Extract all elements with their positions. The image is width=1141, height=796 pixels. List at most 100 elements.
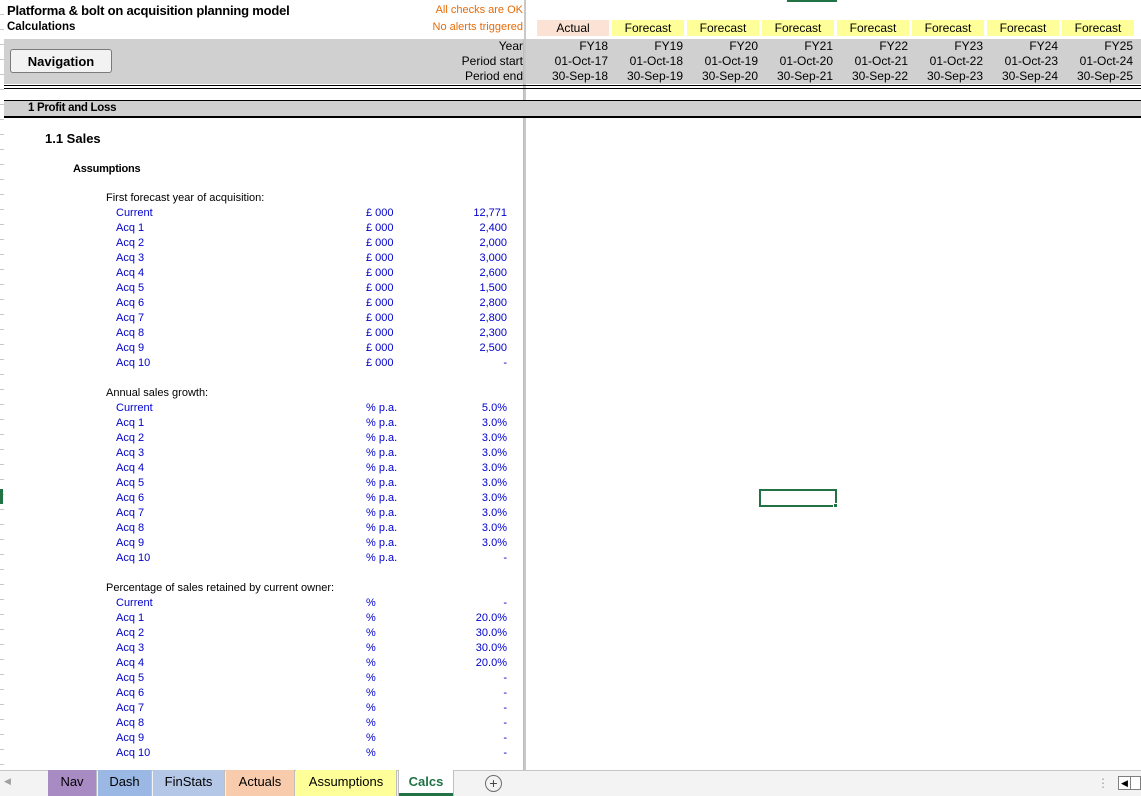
assumption-unit: % — [366, 687, 376, 699]
assumption-unit: £ 000 — [366, 357, 394, 369]
assumption-unit: % — [366, 642, 376, 654]
period-year-7: FY24 — [1029, 39, 1058, 53]
plus-circle-icon[interactable]: + — [485, 775, 502, 792]
sheet-subtitle: Calculations — [7, 21, 76, 33]
assumption-value[interactable]: - — [503, 717, 507, 729]
assumption-label: Acq 8 — [116, 717, 145, 729]
assumption-value[interactable]: 3.0% — [482, 432, 507, 444]
section-title: 1 Profit and Loss — [28, 102, 117, 114]
period-year-8: FY25 — [1104, 39, 1133, 53]
assumptions-heading: Assumptions — [73, 163, 141, 175]
selected-cell[interactable] — [759, 489, 837, 507]
assumption-value[interactable]: - — [503, 702, 507, 714]
period-type-3: Forecast — [687, 20, 759, 36]
assumption-value[interactable]: 5.0% — [482, 402, 507, 414]
sheet-tab-actuals[interactable]: Actuals — [226, 770, 295, 796]
assumption-label: Acq 4 — [116, 462, 145, 474]
group-heading: Annual sales growth: — [106, 387, 209, 399]
assumption-value[interactable]: 2,300 — [479, 327, 507, 339]
assumption-value[interactable]: 12,771 — [473, 207, 507, 219]
assumption-value[interactable]: 3.0% — [482, 492, 507, 504]
sheet-tab-label: Nav — [60, 774, 84, 789]
assumption-value[interactable]: 3.0% — [482, 507, 507, 519]
assumption-label: Acq 6 — [116, 492, 145, 504]
assumption-value[interactable]: - — [503, 552, 507, 564]
period-start-5: 01-Oct-21 — [854, 54, 908, 68]
assumption-label: Acq 3 — [116, 447, 145, 459]
assumption-label: Acq 10 — [116, 552, 151, 564]
assumption-unit: £ 000 — [366, 222, 394, 234]
assumption-label: Acq 5 — [116, 477, 145, 489]
sheet-tab-label: Actuals — [238, 774, 282, 789]
section-border-bottom — [4, 116, 1141, 118]
column-selection-marker — [787, 0, 837, 2]
assumption-unit: % p.a. — [366, 552, 398, 564]
assumption-label: Acq 1 — [116, 222, 145, 234]
assumption-value[interactable]: - — [503, 732, 507, 744]
period-end-6: 30-Sep-23 — [926, 69, 983, 83]
sheet-tab-calcs[interactable]: Calcs — [398, 770, 454, 796]
assumption-unit: % — [366, 702, 376, 714]
sheet-tab-label: Dash — [109, 774, 140, 789]
assumption-value[interactable]: 3.0% — [482, 537, 507, 549]
assumption-value[interactable]: 2,800 — [479, 297, 507, 309]
assumption-unit: £ 000 — [366, 297, 394, 309]
assumption-label: Acq 1 — [116, 417, 145, 429]
assumption-value[interactable]: 2,800 — [479, 312, 507, 324]
header-border-bottom — [4, 88, 1141, 89]
period-end-label: Period end — [464, 69, 523, 83]
assumption-unit: % p.a. — [366, 537, 398, 549]
assumption-label: Acq 3 — [116, 642, 145, 654]
assumption-value[interactable]: 3.0% — [482, 417, 507, 429]
scroll-left-icon[interactable]: ◀ — [1118, 776, 1131, 790]
assumption-value[interactable]: 3.0% — [482, 477, 507, 489]
header-border-top — [4, 85, 1141, 86]
assumption-value[interactable]: 20.0% — [476, 612, 507, 624]
assumption-label: Acq 8 — [116, 522, 145, 534]
group-heading: First forecast year of acquisition: — [106, 192, 265, 204]
assumption-unit: £ 000 — [366, 267, 394, 279]
assumption-value[interactable]: 1,500 — [479, 282, 507, 294]
assumption-value[interactable]: - — [503, 597, 507, 609]
assumption-value[interactable]: 3,000 — [479, 252, 507, 264]
horizontal-scrollbar[interactable] — [1131, 776, 1141, 790]
assumption-unit: £ 000 — [366, 237, 394, 249]
period-year-4: FY21 — [804, 39, 833, 53]
period-type-4: Forecast — [762, 20, 834, 36]
sheet-tab-nav[interactable]: Nav — [48, 770, 97, 796]
assumption-value[interactable]: - — [503, 357, 507, 369]
column-divider-line — [523, 39, 524, 770]
assumption-value[interactable]: - — [503, 672, 507, 684]
period-type-2: Forecast — [612, 20, 684, 36]
assumption-value[interactable]: 20.0% — [476, 657, 507, 669]
navigation-button[interactable]: Navigation — [10, 49, 112, 73]
assumption-unit: % p.a. — [366, 507, 398, 519]
assumption-unit: £ 000 — [366, 327, 394, 339]
assumption-value[interactable]: 2,600 — [479, 267, 507, 279]
subsection-title: 1.1 Sales — [45, 131, 101, 146]
triangle-left-icon[interactable]: ◀ — [4, 776, 11, 787]
assumption-label: Acq 10 — [116, 747, 151, 759]
period-type-7: Forecast — [987, 20, 1059, 36]
assumption-value[interactable]: 3.0% — [482, 522, 507, 534]
assumption-value[interactable]: 2,400 — [479, 222, 507, 234]
assumption-value[interactable]: - — [503, 747, 507, 759]
assumption-label: Current — [116, 597, 153, 609]
assumption-value[interactable]: 30.0% — [476, 627, 507, 639]
assumption-value[interactable]: 2,500 — [479, 342, 507, 354]
sheet-tab-dash[interactable]: Dash — [98, 770, 152, 796]
assumption-value[interactable]: - — [503, 687, 507, 699]
sheet-tab-finstats[interactable]: FinStats — [153, 770, 225, 796]
assumption-value[interactable]: 30.0% — [476, 642, 507, 654]
assumption-value[interactable]: 2,000 — [479, 237, 507, 249]
sheet-tab-assumptions[interactable]: Assumptions — [296, 770, 397, 796]
assumption-label: Acq 10 — [116, 357, 151, 369]
assumption-value[interactable]: 3.0% — [482, 462, 507, 474]
period-start-1: 01-Oct-17 — [554, 54, 608, 68]
fill-handle[interactable] — [833, 503, 838, 508]
assumption-unit: % — [366, 657, 376, 669]
assumption-value[interactable]: 3.0% — [482, 447, 507, 459]
ellipsis-icon[interactable]: ⋮ — [1097, 776, 1109, 790]
assumption-label: Acq 2 — [116, 627, 145, 639]
assumption-label: Acq 9 — [116, 537, 145, 549]
